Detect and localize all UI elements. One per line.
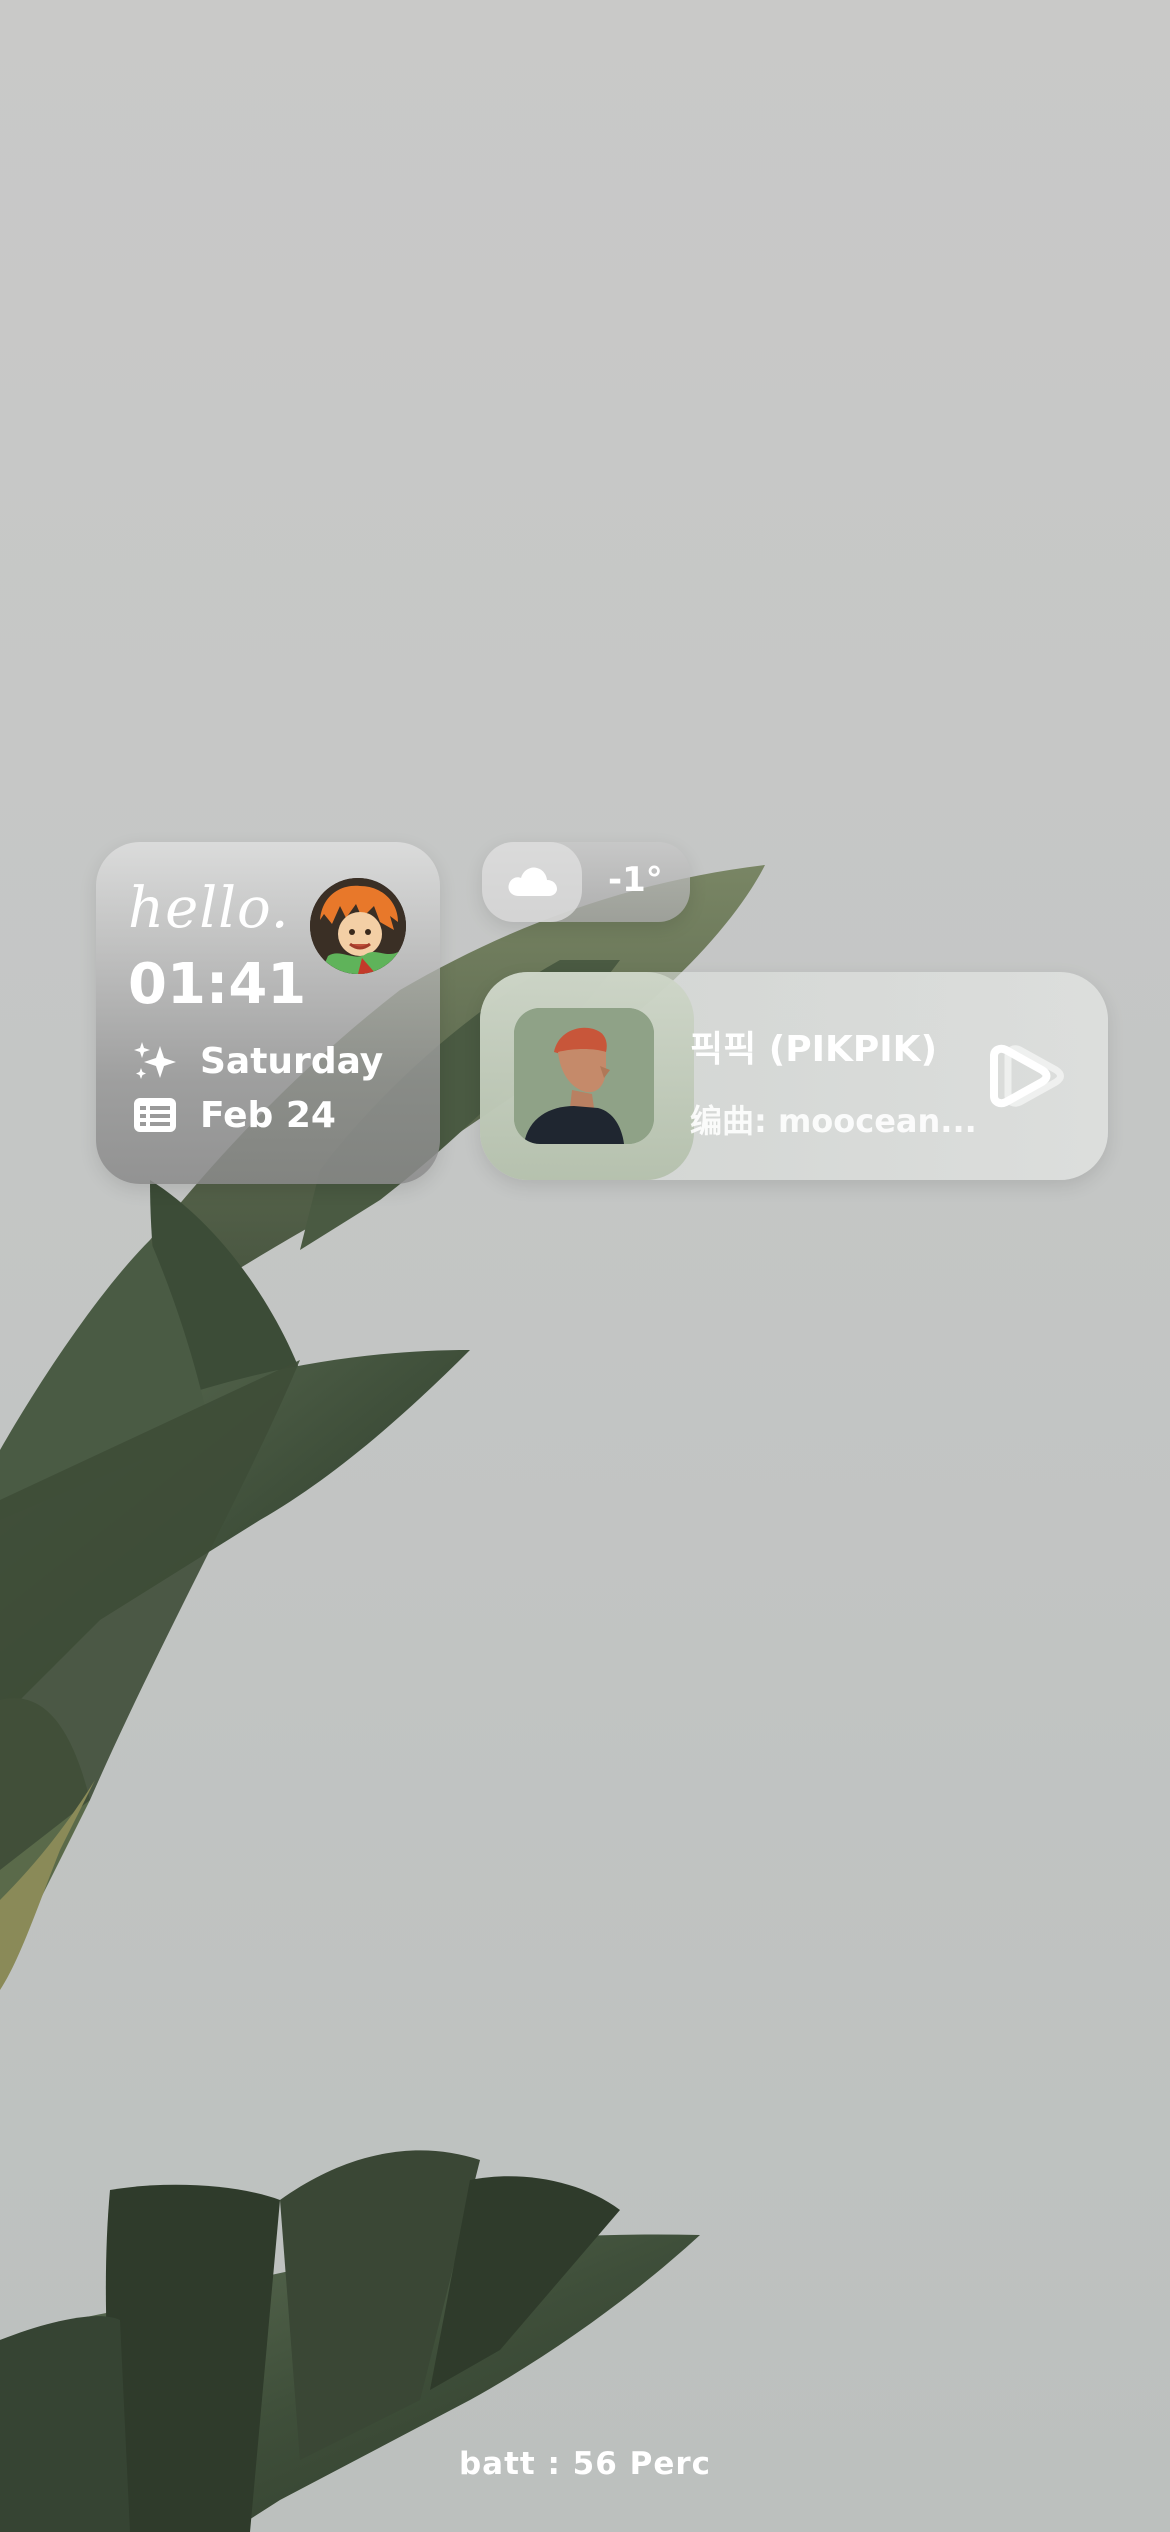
weather-widget[interactable]: -1°: [482, 842, 690, 922]
clock-time: 01:41: [128, 952, 307, 1017]
calendar-list-icon: [132, 1092, 178, 1138]
greeting-text: hello.: [128, 876, 290, 941]
date-label: Feb 24: [200, 1094, 336, 1136]
temperature-label: -1°: [608, 860, 663, 900]
album-card[interactable]: [480, 972, 694, 1180]
wallpaper-background: [0, 865, 765, 2532]
song-subtitle: 编曲: moocean...: [690, 1102, 977, 1140]
cloud-icon: [505, 860, 559, 904]
battery-status: batt : 56 Perc: [458, 2446, 712, 2482]
day-row: Saturday: [132, 1038, 383, 1084]
avatar: [310, 878, 406, 974]
day-label: Saturday: [200, 1040, 384, 1082]
play-icon[interactable]: [990, 1042, 1066, 1108]
music-widget[interactable]: 픽픽 (PIKPIK) 编曲: moocean...: [480, 972, 1108, 1180]
sparkles-icon: [132, 1038, 178, 1084]
clock-widget[interactable]: hello. 01:41 Saturday Feb 24: [96, 842, 440, 1184]
weather-icon-box: [482, 842, 582, 922]
album-art: [514, 1008, 654, 1144]
date-row: Feb 24: [132, 1092, 336, 1138]
song-title: 픽픽 (PIKPIK): [690, 1029, 938, 1070]
